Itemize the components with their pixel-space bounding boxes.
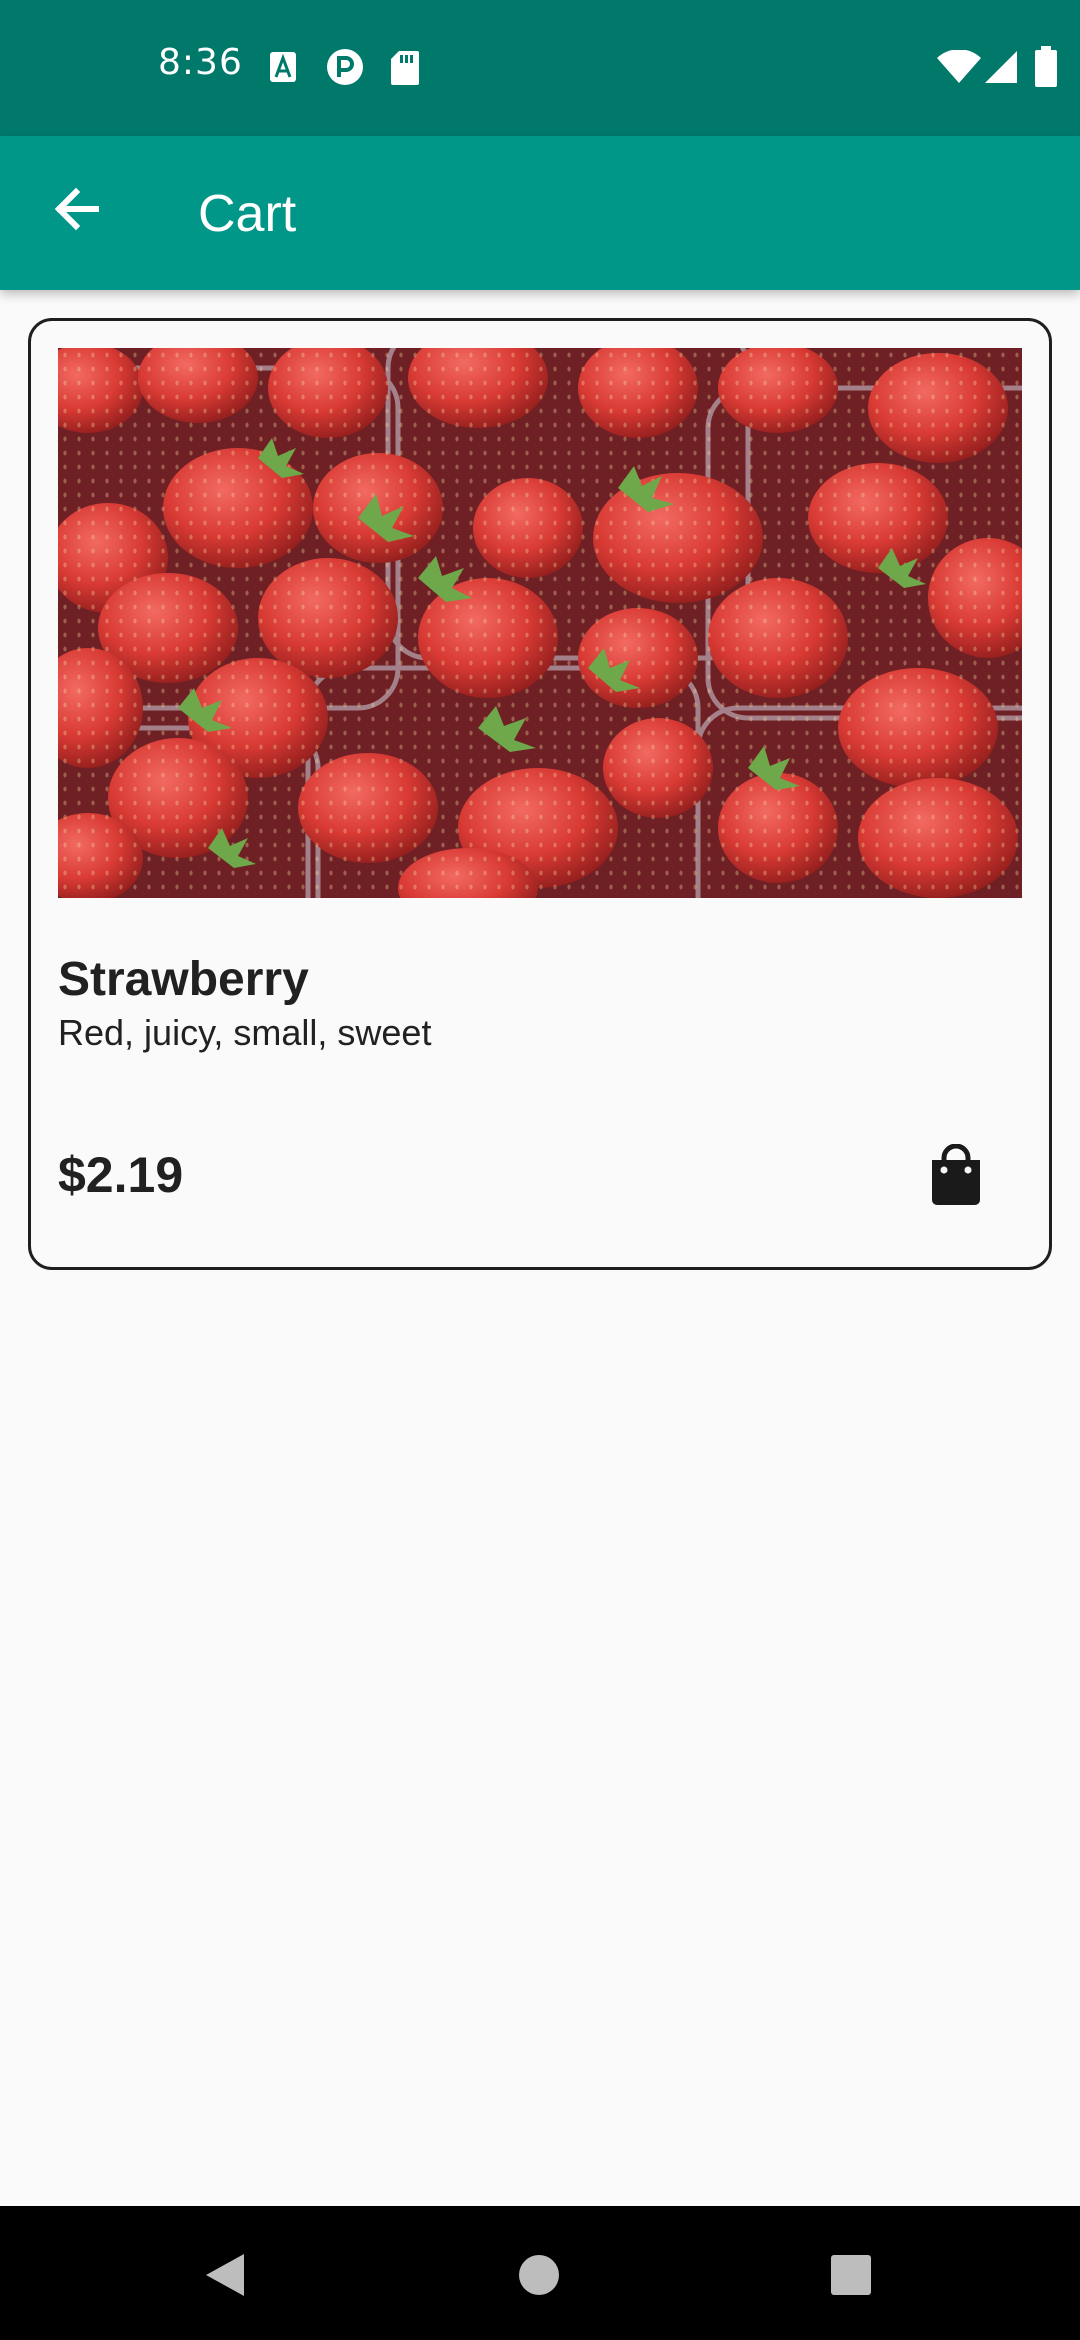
page-title: Cart bbox=[198, 185, 297, 243]
status-bar: 8:36 bbox=[0, 0, 1080, 136]
a-notification-icon bbox=[270, 52, 296, 82]
status-time: 8:36 bbox=[158, 42, 243, 83]
product-price: $2.19 bbox=[58, 1147, 184, 1203]
p-notification-icon bbox=[327, 49, 363, 85]
sd-card-icon bbox=[391, 51, 419, 85]
app-bar bbox=[0, 136, 1080, 290]
arrow-back-icon[interactable] bbox=[46, 178, 108, 240]
shopping-bag-icon[interactable] bbox=[928, 1144, 984, 1206]
product-name: Strawberry bbox=[58, 953, 309, 1006]
back-triangle-icon[interactable] bbox=[204, 2252, 246, 2298]
home-circle-icon[interactable] bbox=[518, 2254, 560, 2296]
battery-icon bbox=[1035, 46, 1057, 87]
product-description: Red, juicy, small, sweet bbox=[58, 1012, 432, 1053]
product-image bbox=[58, 348, 1022, 898]
cell-signal-icon bbox=[985, 51, 1017, 83]
recents-square-icon[interactable] bbox=[830, 2254, 872, 2296]
wifi-icon bbox=[937, 50, 981, 83]
